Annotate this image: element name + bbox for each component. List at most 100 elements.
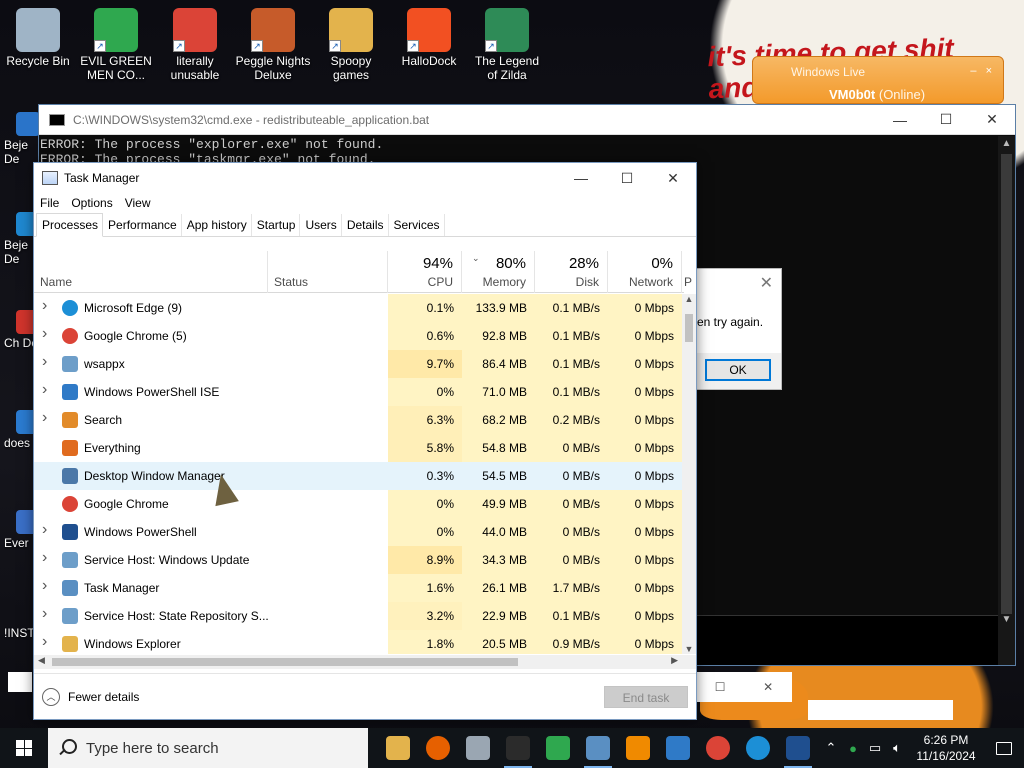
wlm-close-controls[interactable]: – × (970, 65, 995, 77)
taskbar-app-button[interactable] (418, 728, 458, 768)
taskbar-app-button[interactable] (698, 728, 738, 768)
table-row[interactable]: Everything 5.8% 54.8 MB 0 MB/s 0 Mbps (34, 434, 684, 462)
taskbar-app-button[interactable] (378, 728, 418, 768)
cmd-titlebar[interactable]: C:\WINDOWS\system32\cmd.exe - redistribu… (39, 105, 1015, 135)
maximize-button[interactable]: ☐ (604, 163, 650, 193)
menu-file[interactable]: File (40, 196, 59, 210)
process-horizontal-scrollbar[interactable]: ◀ ▶ (34, 655, 696, 669)
chevron-right-icon[interactable]: › (42, 577, 47, 595)
taskbar-app-button[interactable] (778, 728, 818, 768)
tab-users[interactable]: Users (300, 214, 342, 236)
table-row[interactable]: Desktop Window Manager 0.3% 54.5 MB 0 MB/s 0… (34, 462, 684, 490)
menu-options[interactable]: Options (71, 196, 112, 210)
end-task-button[interactable]: End task (604, 686, 688, 708)
taskbar-app-button[interactable] (578, 728, 618, 768)
close-button[interactable]: ✕ (650, 163, 696, 193)
column-status[interactable]: Status (268, 251, 388, 293)
table-row[interactable]: › wsappx 9.7% 86.4 MB 0.1 MB/s 0 Mbps (34, 350, 684, 378)
table-row[interactable]: › Service Host: Windows Update 8.9% 34.3 MB… (34, 546, 684, 574)
chevron-right-icon[interactable]: › (42, 353, 47, 371)
table-row[interactable]: › Microsoft Edge (9) 0.1% 133.9 MB 0.1 MB/s 0… (34, 294, 684, 322)
scroll-thumb[interactable] (52, 658, 518, 666)
tab-performance[interactable]: Performance (103, 214, 182, 236)
chevron-right-icon[interactable]: › (42, 409, 47, 427)
table-row[interactable]: › Windows PowerShell ISE 0% 71.0 MB 0.1 MB/s… (34, 378, 684, 406)
chrome-icon (62, 496, 78, 512)
taskbar-app-button[interactable] (738, 728, 778, 768)
desktop-icon[interactable]: ↗ HalloDock (391, 0, 467, 68)
taskbar-app-button[interactable] (658, 728, 698, 768)
tab-services[interactable]: Services (389, 214, 445, 236)
tab-startup[interactable]: Startup (252, 214, 301, 236)
minimize-button[interactable]: — (558, 163, 604, 193)
taskbar-search-box[interactable]: Type here to search (48, 728, 368, 768)
taskbar-app-button[interactable] (618, 728, 658, 768)
column-memory[interactable]: ⌄ 80% Memory (462, 251, 535, 293)
desktop-icon[interactable]: ↗ literally unusable (157, 0, 233, 82)
tab-processes[interactable]: Processes (36, 213, 104, 237)
notification-center-button[interactable] (984, 728, 1024, 768)
ok-button[interactable]: OK (705, 359, 771, 381)
table-row[interactable]: › Windows Explorer 1.8% 20.5 MB 0.9 MB/s 0 Mb… (34, 630, 684, 654)
column-cpu[interactable]: 94% CPU (388, 251, 462, 293)
chevron-right-icon[interactable]: › (42, 381, 47, 399)
network-icon[interactable]: ▭ (864, 740, 886, 756)
column-network[interactable]: 0% Network (608, 251, 682, 293)
column-disk[interactable]: 28% Disk (535, 251, 608, 293)
scroll-up-arrow-icon[interactable]: ▲ (682, 294, 696, 304)
chevron-right-icon[interactable]: › (42, 325, 47, 343)
msn-tray-icon[interactable]: ● (842, 741, 864, 756)
close-icon[interactable]: ✕ (763, 680, 773, 694)
taskbar-app-button[interactable] (458, 728, 498, 768)
taskbar-app-button[interactable] (538, 728, 578, 768)
task-manager-window[interactable]: Task Manager — ☐ ✕ File Options View Pro… (33, 162, 697, 720)
chevron-right-icon[interactable]: › (42, 297, 47, 315)
table-row[interactable]: › Google Chrome (5) 0.6% 92.8 MB 0.1 MB/s 0 M… (34, 322, 684, 350)
chevron-right-icon[interactable]: › (42, 549, 47, 567)
close-icon[interactable]: ✕ (760, 273, 773, 293)
column-name[interactable]: Name (34, 251, 268, 293)
desktop-icon[interactable]: ↗ EVIL GREEN MEN CO... (78, 0, 154, 82)
tab-details[interactable]: Details (342, 214, 389, 236)
close-button[interactable]: ✕ (969, 105, 1015, 135)
volume-icon[interactable]: 🔈︎ (886, 740, 908, 756)
scroll-up-arrow-icon[interactable]: ▲ (998, 138, 1015, 149)
minimize-button[interactable]: — (877, 105, 923, 135)
table-row[interactable]: › Service Host: State Repository S... 3.2%… (34, 602, 684, 630)
scroll-thumb[interactable] (685, 314, 693, 342)
chevron-right-icon[interactable]: › (42, 633, 47, 651)
table-row[interactable]: Google Chrome 0% 49.9 MB 0 MB/s 0 Mbps (34, 490, 684, 518)
tab-app-history[interactable]: App history (182, 214, 252, 236)
windows-live-popup[interactable]: Windows Live – × VM0b0t (Online) (752, 56, 1004, 104)
cmd-scrollbar[interactable]: ▲ ▼ (998, 136, 1015, 665)
scroll-right-arrow-icon[interactable]: ▶ (671, 655, 678, 666)
table-row[interactable]: › Windows PowerShell 0% 44.0 MB 0 MB/s 0 Mbps (34, 518, 684, 546)
error-dialog[interactable]: ✕ en try again. OK (696, 268, 782, 390)
chevron-up-icon[interactable]: ⌃ (820, 740, 842, 756)
desktop-icon[interactable]: Beje De (4, 112, 40, 166)
table-row[interactable]: › Task Manager 1.6% 26.1 MB 1.7 MB/s 0 Mbps (34, 574, 684, 602)
desktop-icon[interactable]: ↗ The Legend of Zilda (469, 0, 545, 82)
desktop-icon[interactable]: Recycle Bin (0, 0, 76, 68)
clock[interactable]: 6:26 PM 11/16/2024 (908, 732, 984, 764)
maximize-button[interactable]: ☐ (923, 105, 969, 135)
scroll-down-arrow-icon[interactable]: ▼ (998, 614, 1015, 625)
start-button[interactable] (0, 728, 48, 768)
scroll-down-arrow-icon[interactable]: ▼ (682, 644, 696, 654)
taskbar-app-button[interactable] (498, 728, 538, 768)
scroll-thumb[interactable] (1001, 154, 1012, 614)
table-row[interactable]: › Search 6.3% 68.2 MB 0.2 MB/s 0 Mbps (34, 406, 684, 434)
fewer-details-button[interactable]: ︿ Fewer details (42, 688, 139, 706)
tm-titlebar[interactable]: Task Manager — ☐ ✕ (34, 163, 696, 193)
chevron-right-icon[interactable]: › (42, 521, 47, 539)
process-network: 0 Mbps (608, 406, 682, 434)
background-window-controls[interactable]: ☐ ✕ (696, 672, 792, 702)
scroll-left-arrow-icon[interactable]: ◀ (38, 655, 45, 666)
desktop-icon[interactable]: ↗ Spoopy games (313, 0, 389, 82)
desktop-icon[interactable]: ↗ Peggle Nights Deluxe (235, 0, 311, 82)
menu-view[interactable]: View (125, 196, 151, 210)
maximize-icon[interactable]: ☐ (715, 680, 726, 694)
chevron-right-icon[interactable]: › (42, 605, 47, 623)
process-vertical-scrollbar[interactable]: ▲ ▼ (682, 294, 696, 654)
column-power[interactable]: P (682, 251, 696, 293)
